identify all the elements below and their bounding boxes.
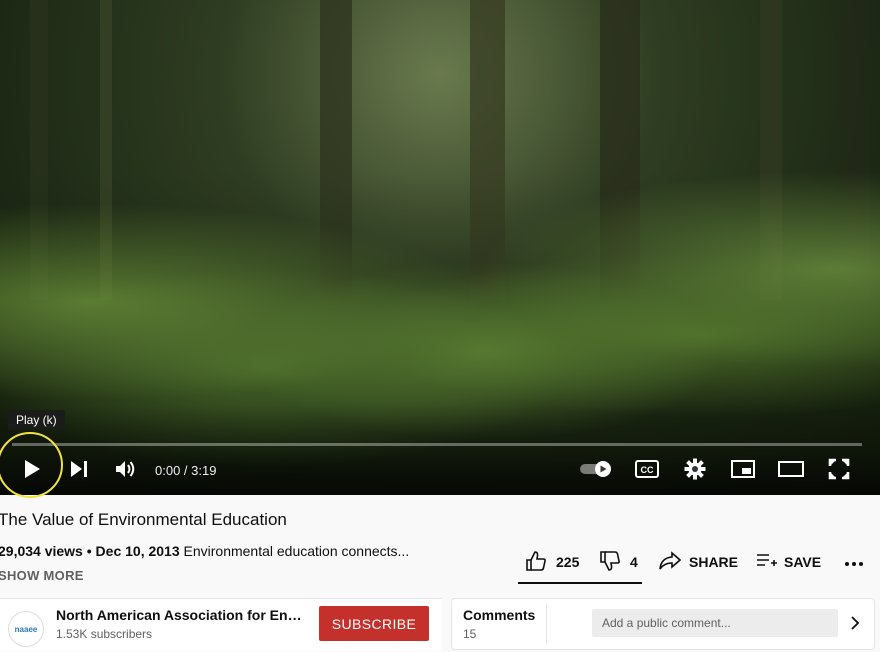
share-label: SHARE — [689, 554, 739, 570]
next-icon — [69, 460, 89, 483]
subscribe-button[interactable]: SUBSCRIBE — [319, 606, 429, 641]
captions-icon: CC — [635, 459, 659, 483]
playlist-add-icon — [756, 551, 778, 574]
time-display: 0:00 / 3:19 — [155, 463, 217, 478]
gear-icon — [684, 458, 706, 485]
fullscreen-icon — [828, 458, 850, 485]
volume-icon — [115, 459, 137, 484]
theater-button[interactable] — [774, 450, 808, 492]
svg-text:CC: CC — [641, 465, 654, 475]
save-button[interactable]: SAVE — [756, 548, 821, 576]
thumbs-down-icon — [599, 550, 621, 575]
autoplay-toggle-icon — [579, 460, 613, 483]
player-controls: 0:00 / 3:19 CC — [0, 450, 880, 492]
view-count: 29,034 views — [0, 543, 83, 559]
thumbs-up-icon — [525, 550, 547, 575]
avatar[interactable]: naaee — [8, 611, 44, 647]
autoplay-toggle[interactable] — [578, 450, 614, 492]
dislike-count: 4 — [630, 554, 638, 570]
progress-bar[interactable] — [12, 443, 862, 446]
meta-separator: • — [82, 543, 96, 559]
like-count: 225 — [556, 554, 580, 570]
more-actions-button[interactable] — [844, 548, 864, 576]
channel-logo: naaee — [14, 624, 38, 634]
comments-divider — [546, 605, 547, 643]
comments-label: Comments — [463, 607, 536, 623]
comments-card[interactable]: Comments 15 — [451, 598, 875, 650]
theater-icon — [778, 460, 804, 482]
video-title: The Value of Environmental Education — [0, 510, 287, 529]
cursor-highlight-ring — [0, 432, 63, 498]
comment-input[interactable] — [592, 609, 838, 637]
chevron-right-icon[interactable] — [850, 615, 860, 636]
video-player[interactable]: Play (k) 0:00 / 3:19 CC — [0, 0, 880, 495]
comments-count: 15 — [463, 627, 477, 641]
miniplayer-icon — [731, 459, 755, 483]
like-button[interactable]: 225 — [525, 548, 579, 576]
more-icon — [844, 554, 864, 570]
description-snippet: Environmental education connects... — [183, 543, 410, 559]
captions-button[interactable]: CC — [630, 450, 664, 492]
save-label: SAVE — [784, 554, 822, 570]
miniplayer-button[interactable] — [726, 450, 760, 492]
share-icon — [659, 550, 682, 574]
settings-button[interactable] — [678, 450, 712, 492]
channel-card: naaee North American Association for Env… — [0, 598, 442, 651]
upload-date: Dec 10, 2013 — [95, 543, 180, 559]
dislike-button[interactable]: 4 — [599, 548, 638, 576]
play-tooltip: Play (k) — [8, 410, 65, 430]
channel-name[interactable]: North American Association for Envi... — [56, 607, 306, 623]
video-meta[interactable]: 29,034 views • Dec 10, 2013 Environmenta… — [0, 543, 409, 559]
next-button[interactable] — [62, 450, 96, 492]
subscriber-count: 1.53K subscribers — [56, 627, 153, 641]
share-button[interactable]: SHARE — [659, 548, 738, 576]
like-ratio-bar — [518, 582, 642, 584]
show-more-button[interactable]: SHOW MORE — [0, 568, 84, 583]
volume-button[interactable] — [108, 450, 144, 492]
fullscreen-button[interactable] — [822, 450, 856, 492]
